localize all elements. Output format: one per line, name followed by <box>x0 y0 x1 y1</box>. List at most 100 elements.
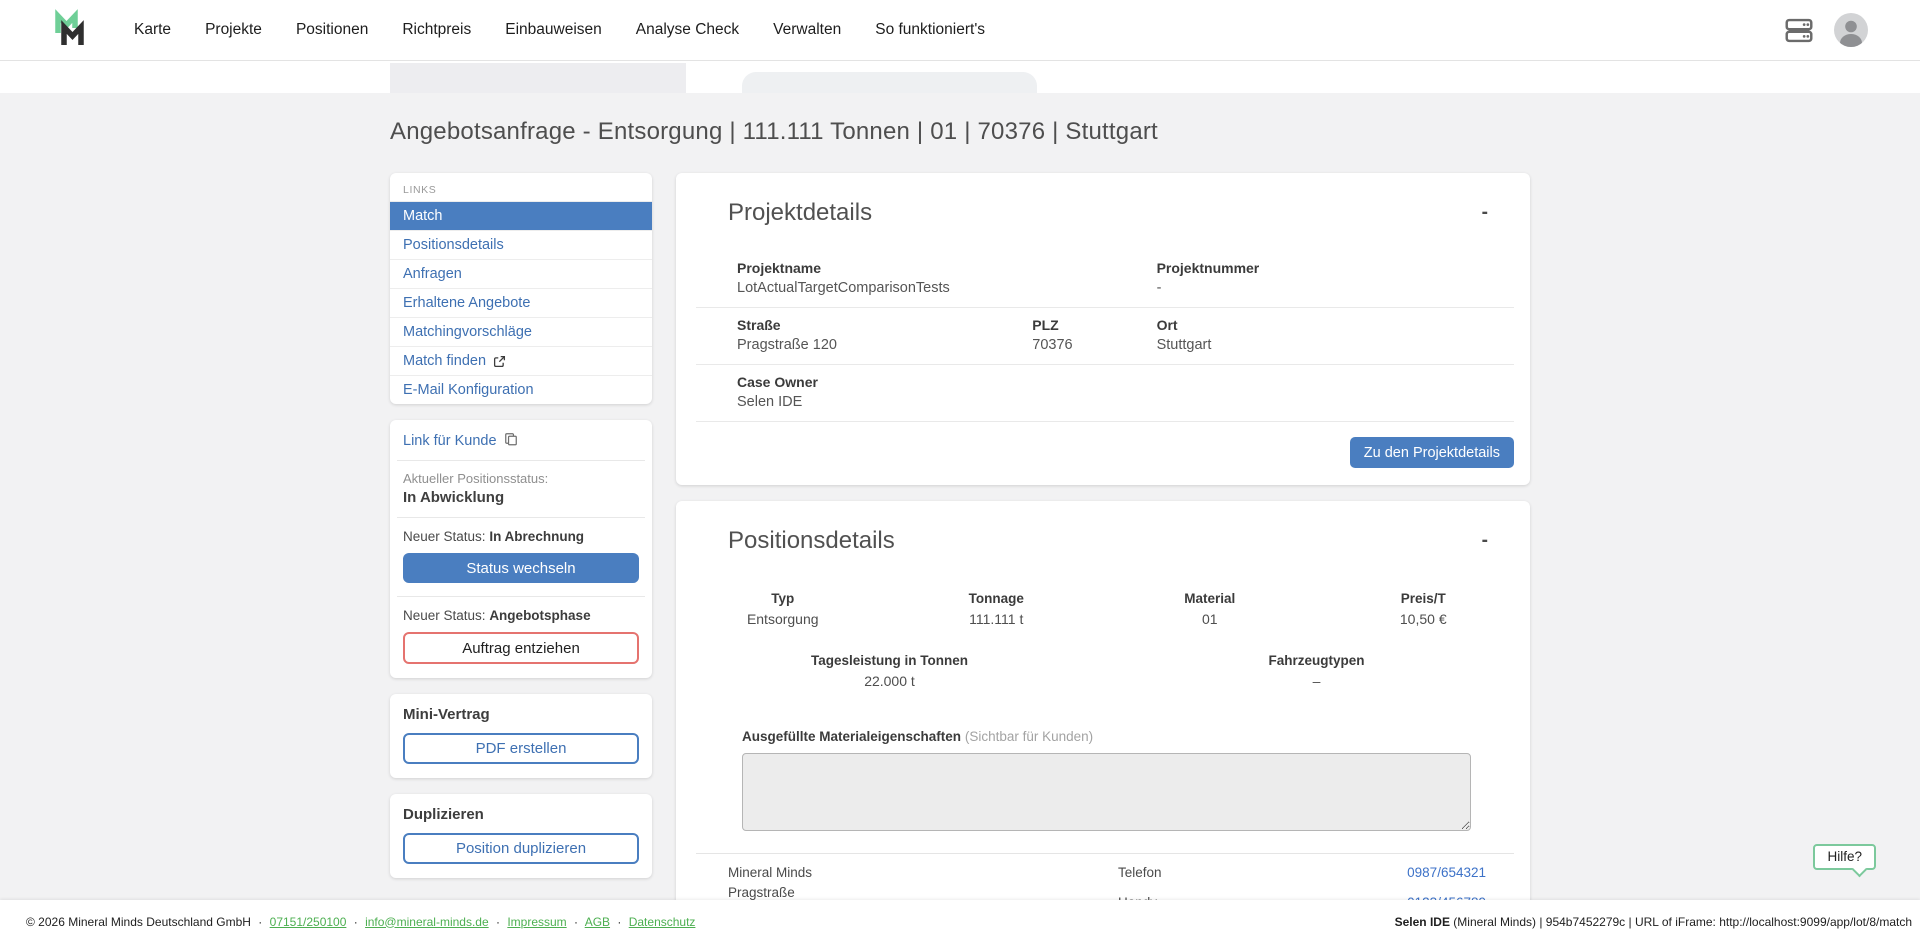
footer-copyright: © 2026 Mineral Minds Deutschland GmbH <box>26 915 251 929</box>
sidebar-item-positionsdetails[interactable]: Positionsdetails <box>390 230 652 259</box>
footer-separator: · <box>258 915 262 929</box>
material-properties-textarea[interactable] <box>742 753 1471 831</box>
nav-item-verwalten[interactable]: Verwalten <box>773 21 841 39</box>
nav-item-positionen[interactable]: Positionen <box>296 21 368 39</box>
server-icon[interactable] <box>1784 17 1814 44</box>
footer-impressum-link[interactable]: Impressum <box>507 915 566 929</box>
nav-item-richtpreis[interactable]: Richtpreis <box>402 21 471 39</box>
main-column: Projektdetails - Projektname LotActualTa… <box>676 173 1530 900</box>
contact-street: Pragstraße <box>728 883 1118 900</box>
scrolled-content-placeholder <box>390 63 686 93</box>
sidebar-item-label: Match finden <box>403 353 486 369</box>
new-status-line: Neuer Status: In Abrechnung <box>403 529 639 544</box>
footer: © 2026 Mineral Minds Deutschland GmbH · … <box>0 900 1920 943</box>
top-navigation-bar: Karte Projekte Positionen Richtpreis Ein… <box>0 0 1920 61</box>
nav-item-analyse-check[interactable]: Analyse Check <box>636 21 739 39</box>
project-row: Projektname LotActualTargetComparisonTes… <box>696 251 1514 308</box>
duplicate-position-button[interactable]: Position duplizieren <box>403 833 639 864</box>
footer-datenschutz-link[interactable]: Datenschutz <box>629 915 696 929</box>
footer-phone-link[interactable]: 07151/250100 <box>270 915 347 929</box>
project-row: Straße Pragstraße 120 PLZ 70376 Ort Stut… <box>696 308 1514 365</box>
footer-session-info: Selen IDE (Mineral Minds) | 954b7452279c… <box>1395 915 1912 929</box>
sidebar-item-label: Positionsdetails <box>403 237 504 253</box>
field-value: – <box>1103 673 1530 689</box>
position-field: Typ Entsorgung <box>676 591 890 627</box>
project-details-title: Projektdetails <box>728 199 872 227</box>
topbar-right-controls <box>1784 13 1894 47</box>
phone-link[interactable]: 0987/654321 <box>1407 865 1486 880</box>
footer-email-link[interactable]: info@mineral-minds.de <box>365 915 489 929</box>
divider <box>397 596 645 597</box>
field-value: Selen IDE <box>737 394 1032 410</box>
position-field: Material 01 <box>1103 591 1317 627</box>
field-value: 111.111 t <box>890 611 1104 627</box>
footer-agb-link[interactable]: AGB <box>585 915 610 929</box>
new-status-value: Angebotsphase <box>489 608 590 623</box>
nav-item-so-funktionierts[interactable]: So funktioniert's <box>875 21 985 39</box>
contact-company: Mineral Minds <box>728 863 1118 883</box>
field-value: - <box>1157 280 1514 296</box>
scrolled-content-strip <box>0 61 1920 93</box>
divider <box>397 517 645 518</box>
field-label: Material <box>1103 591 1317 606</box>
phone-label: Telefon <box>1118 863 1407 893</box>
links-card: LINKS Match Positionsdetails Anfragen Er… <box>390 173 652 404</box>
change-status-button[interactable]: Status wechseln <box>403 553 639 583</box>
position-field: Tagesleistung in Tonnen 22.000 t <box>676 653 1103 689</box>
footer-separator: · <box>354 915 358 929</box>
position-field: Preis/T 10,50 € <box>1317 591 1531 627</box>
nav-item-einbauweisen[interactable]: Einbauweisen <box>505 21 602 39</box>
field-value: Entsorgung <box>676 611 890 627</box>
divider <box>397 460 645 461</box>
field-value: 22.000 t <box>676 673 1103 689</box>
new-status-label: Neuer Status: <box>403 529 486 544</box>
scrolled-content-placeholder <box>742 72 1037 93</box>
footer-user-name: Selen IDE <box>1395 915 1450 929</box>
copy-icon[interactable] <box>504 432 518 450</box>
field-label: PLZ <box>1032 317 1156 333</box>
sidebar-item-matchingvorschlaege[interactable]: Matchingvorschläge <box>390 317 652 346</box>
mini-contract-title: Mini-Vertrag <box>403 706 639 723</box>
help-button[interactable]: Hilfe? <box>1813 844 1876 870</box>
current-status-label: Aktueller Positionsstatus: <box>403 471 639 486</box>
field-label: Ort <box>1157 317 1514 333</box>
material-props-hint: (Sichtbar für Kunden) <box>965 729 1093 744</box>
sidebar-item-email-konfiguration[interactable]: E-Mail Konfiguration <box>390 375 652 404</box>
page-title: Angebotsanfrage - Entsorgung | 111.111 T… <box>390 118 1530 146</box>
current-status-value: In Abwicklung <box>403 489 639 506</box>
revoke-order-button[interactable]: Auftrag entziehen <box>403 632 639 664</box>
material-props-label: Ausgefüllte Materialeigenschaften <box>742 729 961 744</box>
sidebar-item-anfragen[interactable]: Anfragen <box>390 259 652 288</box>
field-label: Tagesleistung in Tonnen <box>676 653 1103 668</box>
mobile-label: Handy <box>1118 893 1407 900</box>
position-details-title: Positionsdetails <box>728 527 895 555</box>
collapse-button[interactable]: - <box>1478 199 1492 226</box>
sidebar-item-erhaltene-angebote[interactable]: Erhaltene Angebote <box>390 288 652 317</box>
user-avatar-icon[interactable] <box>1834 13 1868 47</box>
customer-link[interactable]: Link für Kunde <box>403 430 639 460</box>
sidebar-item-match[interactable]: Match <box>390 201 652 230</box>
create-pdf-button[interactable]: PDF erstellen <box>403 733 639 764</box>
links-card-header: LINKS <box>390 178 652 201</box>
mini-contract-card: Mini-Vertrag PDF erstellen <box>390 694 652 778</box>
page-content: Angebotsanfrage - Entsorgung | 111.111 T… <box>0 93 1920 900</box>
nav-item-karte[interactable]: Karte <box>134 21 171 39</box>
sidebar-item-label: Anfragen <box>403 266 462 282</box>
collapse-button[interactable]: - <box>1478 527 1492 554</box>
nav-item-projekte[interactable]: Projekte <box>205 21 262 39</box>
field-value: 10,50 € <box>1317 611 1531 627</box>
sidebar-item-match-finden[interactable]: Match finden <box>390 346 652 375</box>
field-value: Stuttgart <box>1157 337 1514 353</box>
new-status-line: Neuer Status: Angebotsphase <box>403 608 639 623</box>
field-value: 70376 <box>1032 337 1156 353</box>
new-status-label: Neuer Status: <box>403 608 486 623</box>
field-value: Pragstraße 120 <box>737 337 1032 353</box>
position-field: Tonnage 111.111 t <box>890 591 1104 627</box>
go-to-project-details-button[interactable]: Zu den Projektdetails <box>1350 437 1514 468</box>
mineral-minds-logo-icon[interactable] <box>50 7 94 53</box>
project-row: Case Owner Selen IDE <box>696 365 1514 422</box>
field-label: Preis/T <box>1317 591 1531 606</box>
field-label: Straße <box>737 317 1032 333</box>
footer-separator: · <box>574 915 578 929</box>
customer-link-label: Link für Kunde <box>403 433 497 449</box>
